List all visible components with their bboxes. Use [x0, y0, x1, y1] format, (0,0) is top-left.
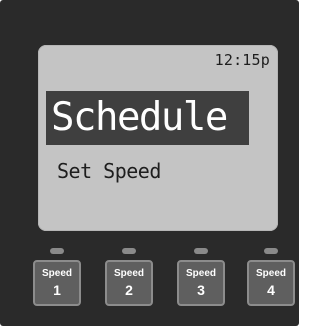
speed-4-button-number: 4: [267, 282, 275, 298]
speed-1-button[interactable]: Speed 1: [33, 260, 81, 306]
speed-4-indicator-led: [264, 248, 278, 254]
speed-2-button-label: Speed: [113, 268, 144, 279]
lcd-display: 12:15p Schedule Set Speed: [38, 45, 278, 231]
speed-2-indicator-led: [122, 248, 136, 254]
speed-1-indicator-led: [50, 248, 64, 254]
speed-2-button-number: 2: [125, 282, 133, 298]
controller-panel: 12:15p Schedule Set Speed Speed 1 Speed …: [0, 0, 299, 326]
speed-2-button[interactable]: Speed 2: [105, 260, 153, 306]
speed-3-button[interactable]: Speed 3: [177, 260, 225, 306]
speed-1-button-label: Speed: [41, 268, 72, 279]
mode-title: Schedule: [51, 95, 228, 140]
speed-1-button-number: 1: [53, 282, 61, 298]
speed-3-button-number: 3: [197, 282, 205, 298]
menu-subtitle: Set Speed: [57, 159, 161, 183]
speed-4-button-label: Speed: [255, 268, 286, 279]
speed-3-button-label: Speed: [185, 268, 216, 279]
clock-readout: 12:15p: [214, 51, 270, 69]
speed-4-button[interactable]: Speed 4: [247, 260, 295, 306]
speed-3-indicator-led: [194, 248, 208, 254]
